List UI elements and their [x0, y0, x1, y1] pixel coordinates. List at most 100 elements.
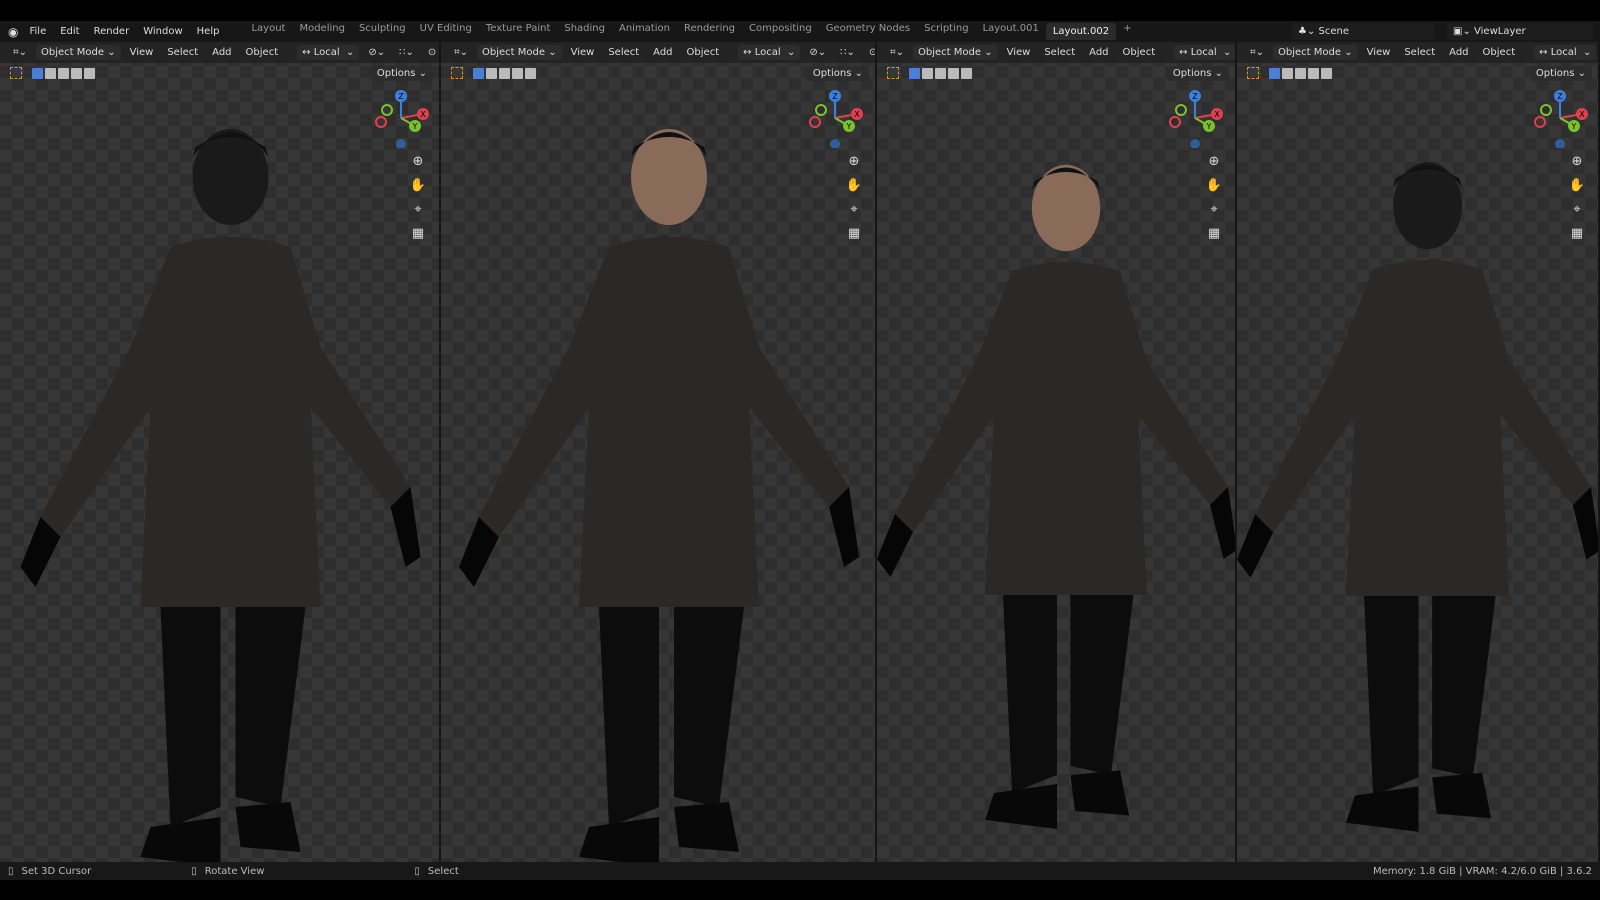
select-intersect-icon[interactable]: [961, 67, 972, 79]
select-extend-icon[interactable]: [45, 67, 56, 79]
mouse-middle-icon: ▯: [191, 865, 197, 877]
mode-dropdown[interactable]: Object Mode ⌄: [913, 45, 998, 60]
menu-object[interactable]: Object: [682, 47, 725, 58]
mode-dropdown[interactable]: Object Mode ⌄: [477, 45, 562, 60]
select-tool-icon[interactable]: [451, 67, 463, 79]
menu-add[interactable]: Add: [1084, 47, 1113, 58]
tab-texture-paint[interactable]: Texture Paint: [479, 23, 558, 40]
options-dropdown[interactable]: Options ⌄: [806, 66, 869, 81]
options-dropdown[interactable]: Options ⌄: [1529, 66, 1592, 81]
menu-add[interactable]: Add: [1444, 47, 1473, 58]
select-extend-icon[interactable]: [1282, 67, 1293, 79]
tab-animation[interactable]: Animation: [612, 23, 677, 40]
viewport-3d[interactable]: ⌗⌄ Object Mode ⌄ View Select Add Object …: [0, 42, 441, 862]
select-intersect-icon[interactable]: [1321, 67, 1332, 79]
pivot-icon[interactable]: ⊘⌄: [363, 47, 390, 58]
status-left: Set 3D Cursor: [21, 865, 92, 877]
tab-geometry-nodes[interactable]: Geometry Nodes: [819, 23, 917, 40]
menu-view[interactable]: View: [1002, 47, 1036, 58]
menu-view[interactable]: View: [125, 47, 159, 58]
viewport-3d[interactable]: ⌗⌄ Object Mode ⌄ View Select Add Object …: [1237, 42, 1600, 862]
tab-layout-001[interactable]: Layout.001: [976, 23, 1046, 40]
view-layer-icon: ▣⌄: [1453, 26, 1475, 37]
proportional-edit-icon[interactable]: ⊙: [423, 47, 439, 58]
orientation-dropdown[interactable]: ↔ Local ⌄: [738, 45, 801, 60]
orientation-label: Local: [1190, 47, 1217, 58]
menu-select[interactable]: Select: [603, 47, 644, 58]
character-model: [459, 129, 859, 862]
snap-icon[interactable]: ∷⌄: [394, 47, 419, 58]
select-new-icon[interactable]: [909, 67, 920, 79]
menu-add[interactable]: Add: [648, 47, 677, 58]
tab-modeling[interactable]: Modeling: [292, 23, 352, 40]
orientation-dropdown[interactable]: ↔ Local ⌄: [297, 45, 360, 60]
menu-select[interactable]: Select: [1399, 47, 1440, 58]
select-invert-icon[interactable]: [512, 67, 523, 79]
select-subtract-icon[interactable]: [1295, 67, 1306, 79]
main-menu: File Edit Render Window Help: [22, 26, 226, 37]
select-extend-icon[interactable]: [922, 67, 933, 79]
editor-type-icon[interactable]: ⌗⌄: [885, 47, 909, 58]
select-new-icon[interactable]: [1269, 67, 1280, 79]
select-subtract-icon[interactable]: [499, 67, 510, 79]
viewport-3d[interactable]: ⌗⌄ Object Mode ⌄ View Select Add Object …: [441, 42, 877, 862]
orientation-dropdown[interactable]: ↔ Local ⌄: [1174, 45, 1235, 60]
proportional-edit-icon[interactable]: ⊙: [864, 47, 875, 58]
select-tool-icon[interactable]: [10, 67, 22, 79]
workspace-tabs: Layout Modeling Sculpting UV Editing Tex…: [244, 23, 1138, 40]
menu-add[interactable]: Add: [207, 47, 236, 58]
options-dropdown[interactable]: Options ⌄: [370, 66, 433, 81]
options-dropdown[interactable]: Options ⌄: [1166, 66, 1229, 81]
menu-window[interactable]: Window: [136, 26, 189, 37]
pivot-icon[interactable]: ⊘⌄: [804, 47, 831, 58]
tab-layout-002[interactable]: Layout.002: [1045, 23, 1117, 40]
select-new-icon[interactable]: [32, 67, 43, 79]
menu-edit[interactable]: Edit: [53, 26, 86, 37]
select-intersect-icon[interactable]: [525, 67, 536, 79]
select-intersect-icon[interactable]: [84, 67, 95, 79]
menu-object[interactable]: Object: [1478, 47, 1521, 58]
tab-uv-editing[interactable]: UV Editing: [413, 23, 479, 40]
editor-type-icon[interactable]: ⌗⌄: [1245, 47, 1269, 58]
select-invert-icon[interactable]: [948, 67, 959, 79]
menu-object[interactable]: Object: [241, 47, 284, 58]
blender-logo-icon[interactable]: ◉: [8, 25, 18, 39]
tab-rendering[interactable]: Rendering: [677, 23, 742, 40]
editor-type-icon[interactable]: ⌗⌄: [8, 47, 32, 58]
scene-icon: ♣⌄: [1298, 26, 1319, 37]
select-tool-icon[interactable]: [887, 67, 899, 79]
select-invert-icon[interactable]: [1308, 67, 1319, 79]
select-invert-icon[interactable]: [71, 67, 82, 79]
menu-view[interactable]: View: [566, 47, 600, 58]
menu-object[interactable]: Object: [1118, 47, 1161, 58]
editor-type-icon[interactable]: ⌗⌄: [449, 47, 473, 58]
select-subtract-icon[interactable]: [58, 67, 69, 79]
scene-name: Scene: [1318, 26, 1350, 37]
select-tool-icon[interactable]: [1247, 67, 1259, 79]
select-extend-icon[interactable]: [486, 67, 497, 79]
tab-sculpting[interactable]: Sculpting: [352, 23, 413, 40]
menu-select[interactable]: Select: [1039, 47, 1080, 58]
add-workspace-icon[interactable]: +: [1116, 23, 1138, 40]
snap-icon[interactable]: ∷⌄: [835, 47, 860, 58]
character-model: [1237, 162, 1598, 832]
menu-help[interactable]: Help: [190, 26, 227, 37]
scene-selector[interactable]: ♣⌄ Scene: [1292, 23, 1434, 40]
tab-layout[interactable]: Layout: [244, 23, 292, 40]
select-new-icon[interactable]: [473, 67, 484, 79]
tab-shading[interactable]: Shading: [557, 23, 612, 40]
mode-dropdown[interactable]: Object Mode ⌄: [1273, 45, 1358, 60]
mode-dropdown[interactable]: Object Mode ⌄: [36, 45, 121, 60]
character-model: [877, 164, 1235, 829]
select-subtract-icon[interactable]: [935, 67, 946, 79]
tab-scripting[interactable]: Scripting: [917, 23, 975, 40]
menu-view[interactable]: View: [1362, 47, 1396, 58]
menu-select[interactable]: Select: [162, 47, 203, 58]
tab-compositing[interactable]: Compositing: [742, 23, 819, 40]
status-middle: Rotate View: [204, 865, 265, 877]
view-layer-selector[interactable]: ▣⌄ ViewLayer: [1447, 23, 1593, 40]
viewport-3d[interactable]: ⌗⌄ Object Mode ⌄ View Select Add Object …: [877, 42, 1237, 862]
orientation-dropdown[interactable]: ↔ Local ⌄: [1534, 45, 1597, 60]
menu-file[interactable]: File: [22, 26, 53, 37]
menu-render[interactable]: Render: [87, 26, 137, 37]
